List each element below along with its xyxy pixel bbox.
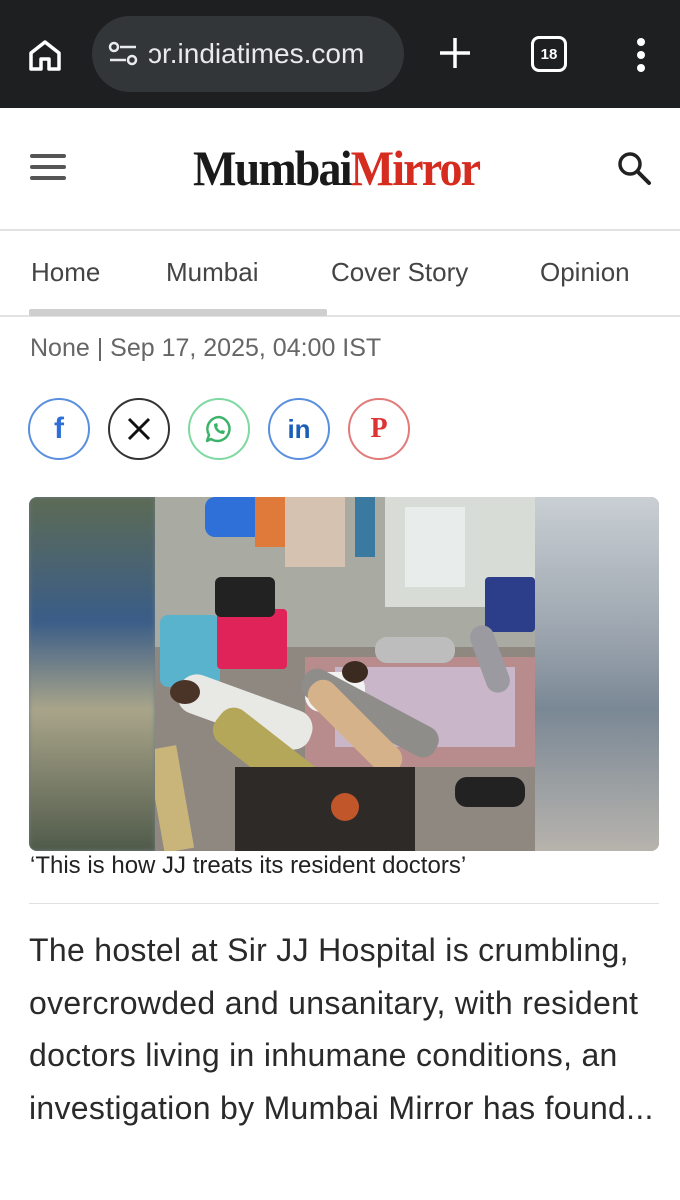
divider — [29, 903, 659, 904]
article-image[interactable] — [29, 497, 659, 851]
article-body-text: The hostel at Sir JJ Hospital is crumbli… — [29, 932, 654, 1126]
tab-opinion[interactable]: Opinion — [540, 257, 630, 288]
tab-count: 18 — [540, 45, 558, 63]
site-header: MumbaiMirror — [0, 108, 680, 231]
facebook-icon: f — [54, 412, 64, 445]
share-x-button[interactable] — [108, 398, 170, 460]
tab-home[interactable]: Home — [31, 257, 100, 288]
home-button[interactable] — [22, 32, 68, 78]
search-icon — [618, 152, 651, 185]
share-facebook-button[interactable]: f — [28, 398, 90, 460]
search-button[interactable] — [612, 146, 656, 190]
logo-part-mirror: Mirror — [350, 140, 481, 196]
tune-icon[interactable] — [106, 37, 140, 71]
new-tab-button[interactable] — [432, 30, 478, 76]
tab-cover-story[interactable]: Cover Story — [331, 257, 468, 288]
hostel-photo — [155, 497, 535, 851]
share-whatsapp-button[interactable] — [188, 398, 250, 460]
section-nav: Home Mumbai Cover Story Opinion — [0, 233, 680, 317]
browser-toolbar: ɔr.indiatimes.com 18 — [0, 0, 680, 108]
image-caption: ‘This is how JJ treats its resident doct… — [30, 852, 467, 879]
linkedin-icon: in — [287, 413, 311, 444]
site-logo[interactable]: MumbaiMirror — [193, 138, 481, 198]
x-icon — [127, 417, 151, 441]
address-bar[interactable]: ɔr.indiatimes.com — [92, 16, 404, 92]
image-blur-right — [535, 497, 659, 851]
share-pinterest-button[interactable]: P — [348, 398, 410, 460]
more-vert-icon — [637, 38, 645, 72]
hamburger-icon[interactable] — [30, 154, 70, 184]
url-text[interactable]: ɔr.indiatimes.com — [148, 38, 388, 70]
browser-menu-button[interactable] — [624, 32, 658, 78]
plus-icon — [440, 38, 470, 68]
tab-mumbai[interactable]: Mumbai — [166, 257, 258, 288]
nav-scroll-indicator — [29, 309, 327, 316]
tab-switcher-button[interactable]: 18 — [531, 36, 567, 72]
image-blur-left — [29, 497, 155, 851]
share-linkedin-button[interactable]: in — [268, 398, 330, 460]
pinterest-icon: P — [370, 413, 388, 444]
article-meta: None | Sep 17, 2025, 04:00 IST — [30, 334, 382, 362]
logo-part-mumbai: Mumbai — [193, 140, 352, 196]
whatsapp-icon — [205, 415, 231, 443]
home-icon — [29, 40, 61, 71]
